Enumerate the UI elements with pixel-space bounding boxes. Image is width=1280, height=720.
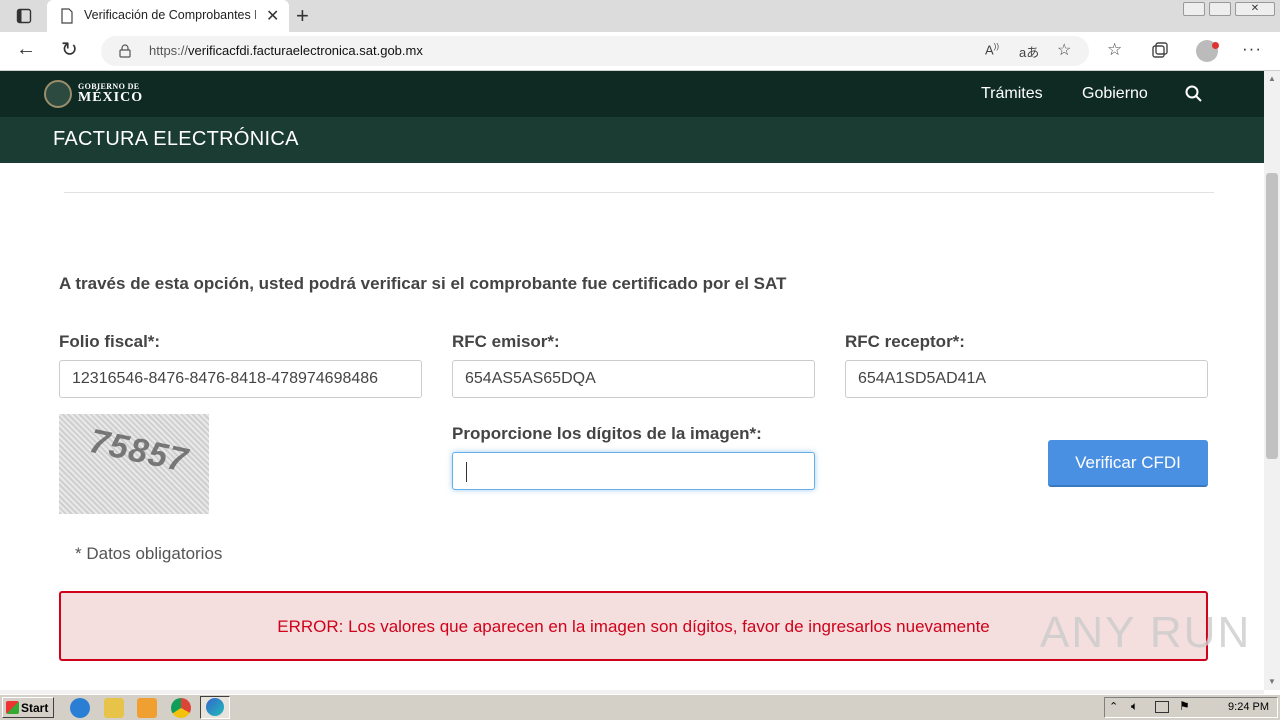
required-note: * Datos obligatorios <box>75 544 223 563</box>
section-banner: FACTURA ELECTRÓNICA <box>0 117 1264 163</box>
translate-icon[interactable]: aあ <box>1019 42 1039 61</box>
digits-label: Proporcione los dígitos de la imagen*: <box>452 424 762 443</box>
collections-icon[interactable] <box>1151 42 1169 60</box>
search-icon[interactable] <box>1185 85 1203 103</box>
explorer-icon[interactable] <box>104 698 124 718</box>
minimize-button[interactable] <box>1183 2 1205 16</box>
page-icon <box>61 8 73 24</box>
start-button[interactable]: Start <box>2 697 54 718</box>
tab-actions-icon[interactable] <box>16 8 32 24</box>
gobierno-header: GOBIERNO DE MÉXICO Trámites Gobierno <box>0 71 1264 117</box>
section-title: FACTURA ELECTRÓNICA <box>53 128 299 150</box>
edge-taskbar-button[interactable] <box>200 696 230 719</box>
rfc-emisor-label: RFC emisor*: <box>452 332 560 351</box>
start-label: Start <box>21 701 49 715</box>
chrome-icon[interactable] <box>171 698 191 718</box>
notification-dot <box>1212 42 1219 49</box>
read-aloud-icon[interactable]: A)) <box>985 42 999 57</box>
divider <box>64 192 1214 193</box>
refresh-icon[interactable]: ↻ <box>61 37 78 62</box>
browser-tab[interactable]: Verificación de Comprobantes Fi ✕ <box>47 0 289 32</box>
new-tab-icon[interactable]: + <box>296 3 309 29</box>
scrollbar-thumb[interactable] <box>1266 173 1278 459</box>
gobierno-logo-line2: MÉXICO <box>78 90 144 105</box>
system-tray: ⌃ 🔈︎ ⚑ 9:24 PM <box>1104 697 1278 718</box>
restore-button[interactable] <box>1209 2 1231 16</box>
media-player-icon[interactable] <box>137 698 157 718</box>
rfc-emisor-input[interactable]: 654AS5AS65DQA <box>452 360 815 398</box>
address-bar[interactable]: https://verificacfdi.facturaelectronica.… <box>101 36 1089 66</box>
text-cursor <box>466 462 467 482</box>
clock[interactable]: 9:24 PM <box>1228 701 1269 713</box>
error-message: ERROR: Los valores que aparecen en la im… <box>277 617 990 636</box>
captcha-text: 75857 <box>86 422 192 480</box>
lock-icon[interactable] <box>119 44 131 58</box>
network-icon[interactable] <box>1155 701 1169 713</box>
vertical-scrollbar[interactable]: ▲ ▼ <box>1264 71 1280 690</box>
flag-icon[interactable]: ⚑ <box>1179 699 1190 713</box>
main-content: A través de esta opción, usted podrá ver… <box>0 163 1264 690</box>
rfc-receptor-label: RFC receptor*: <box>845 332 965 351</box>
favorites-icon[interactable]: ☆ <box>1107 40 1122 60</box>
close-tab-icon[interactable]: ✕ <box>266 6 279 26</box>
tab-title: Verificación de Comprobantes Fi <box>84 8 256 22</box>
folio-input[interactable]: 12316546-8476-8476-8418-478974698486 <box>59 360 422 398</box>
ie-icon[interactable] <box>70 698 90 718</box>
error-alert: ERROR: Los valores que aparecen en la im… <box>59 591 1208 661</box>
more-menu-icon[interactable]: ··· <box>1242 39 1262 59</box>
nav-gobierno[interactable]: Gobierno <box>1082 85 1148 103</box>
tray-expand-icon[interactable]: ⌃ <box>1109 700 1118 713</box>
volume-icon[interactable]: 🔈︎ <box>1131 699 1138 714</box>
browser-toolbar: ← ↻ https://verificacfdi.facturaelectron… <box>0 32 1280 71</box>
close-window-button[interactable]: ✕ <box>1235 2 1275 16</box>
url-text: https://verificacfdi.facturaelectronica.… <box>149 43 423 58</box>
intro-text: A través de esta opción, usted podrá ver… <box>59 274 787 293</box>
windows-logo-icon <box>6 701 19 714</box>
edge-icon <box>206 698 224 716</box>
add-favorite-icon[interactable]: ☆ <box>1057 40 1071 60</box>
taskbar: Start ⌃ 🔈︎ ⚑ 9:24 PM <box>0 694 1280 720</box>
verificar-cfdi-button[interactable]: Verificar CFDI <box>1048 440 1208 487</box>
digits-input[interactable] <box>452 452 815 490</box>
folio-label: Folio fiscal*: <box>59 332 161 351</box>
captcha-image: 75857 <box>59 414 209 514</box>
scroll-down-icon[interactable]: ▼ <box>1268 677 1276 686</box>
escudo-logo-icon[interactable] <box>44 80 72 108</box>
scroll-up-icon[interactable]: ▲ <box>1268 74 1276 83</box>
browser-tab-bar: Verificación de Comprobantes Fi ✕ + ✕ <box>0 0 1280 32</box>
back-icon[interactable]: ← <box>16 38 36 61</box>
rfc-receptor-input[interactable]: 654A1SD5AD41A <box>845 360 1208 398</box>
nav-tramites[interactable]: Trámites <box>981 85 1043 103</box>
profile-avatar[interactable] <box>1196 40 1219 62</box>
anyrun-watermark: ANY RUN <box>1040 608 1252 657</box>
window-controls: ✕ <box>1181 0 1280 18</box>
